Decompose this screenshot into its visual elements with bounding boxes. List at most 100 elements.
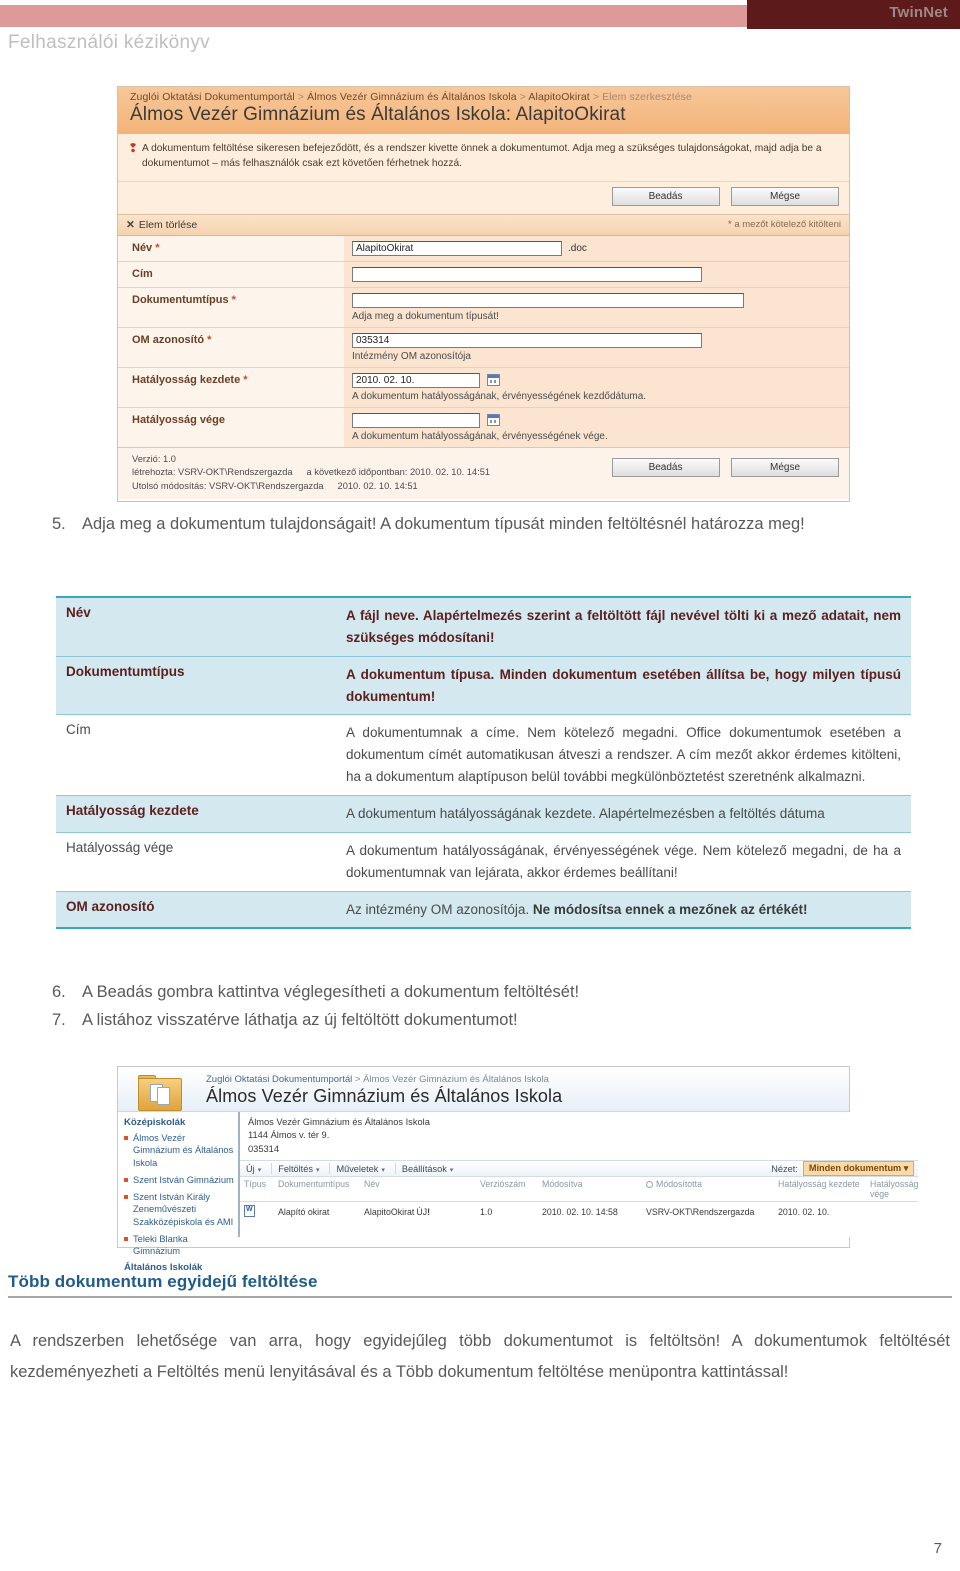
table-cell-key: Név [66, 605, 91, 620]
required-star: * [207, 333, 212, 346]
created-when-value: 2010. 02. 10. 14:51 [409, 467, 491, 478]
delete-item-button[interactable]: ✕ Elem törlése [126, 219, 197, 231]
table-row: Dokumentumtípus A dokumentum típusa. Min… [56, 655, 911, 715]
row-modified-by: VSRV-OKT\Rendszergazda [646, 1207, 755, 1218]
name-input[interactable]: AlapitoOkirat [352, 240, 562, 256]
address-om-id: 035314 [248, 1143, 280, 1154]
table-cell-value-plain: Az intézmény OM azonosítója. [346, 901, 533, 917]
required-star: * [155, 241, 160, 254]
notice-text: A dokumentum feltöltése sikeresen befeje… [142, 142, 822, 172]
created-when-label: a következő időpontban: [306, 467, 408, 478]
column-header-verziiszam[interactable]: Verziószám [480, 1179, 542, 1199]
new-badge: ÚJ [416, 1207, 428, 1218]
table-row: Hatályosság kezdete A dokumentum hatályo… [56, 795, 911, 832]
column-header-tipus[interactable]: Típus [244, 1179, 278, 1199]
step-5: 5. Adja meg a dokumentum tulajdonságait!… [52, 512, 952, 538]
calendar-icon[interactable] [487, 374, 500, 387]
sidebar-item-szent-istvan-gimnazium[interactable]: Szent István Gimnázium [124, 1174, 234, 1186]
modified-when-value: 2010. 02. 10. 14:51 [337, 480, 418, 491]
cancel-button-bottom[interactable]: Mégse [731, 457, 839, 477]
bottom-button-row: Beadás Mégse [605, 453, 839, 493]
close-icon: ✕ [126, 218, 135, 231]
om-id-input[interactable]: 035314 [352, 332, 702, 348]
toolbar-item-beallitasok[interactable]: Beállítások ▾ [402, 1164, 453, 1174]
view-selector[interactable]: Minden dokumentum ▾ [802, 1161, 915, 1177]
field-label-text: Hatályosság kezdete [132, 373, 241, 386]
valid-from-input[interactable]: 2010. 02. 10. [352, 372, 480, 388]
page-number: 7 [933, 1540, 942, 1557]
address-line-1: Álmos Vezér Gimnázium és Általános Iskol… [248, 1117, 430, 1127]
form-row-cim: Cím [118, 261, 849, 288]
created-by-label: létrehozta: VSRV-OKT\Rendszergazda [132, 467, 293, 478]
column-header-modositva[interactable]: Módosítva [542, 1179, 646, 1199]
field-label-text: OM azonosító [132, 333, 205, 346]
table-row: OM azonosító Az intézmény OM azonosítója… [56, 890, 911, 928]
submit-button-top[interactable]: Beadás [611, 186, 720, 206]
toolbar-item-feltoltes[interactable]: Feltöltés ▾ [278, 1164, 319, 1174]
field-value-hatalyossag-kezdete: 2010. 02. 10. A dokumentum hatályosságán… [344, 367, 849, 407]
valid-to-input[interactable] [352, 412, 480, 428]
library-breadcrumb: Zuglói Oktatási Dokumentumportál > Álmos… [206, 1074, 849, 1085]
calendar-icon[interactable] [487, 414, 500, 427]
form-action-bar: ✕ Elem törlése * a mezőt kötelező kitölte… [118, 213, 849, 236]
sidebar-item-teleki-blanka[interactable]: Teleki Blanka Gimnázium [124, 1233, 234, 1258]
page-header-band: TwinNet [0, 0, 960, 29]
chevron-down-icon: ▾ [381, 1166, 385, 1174]
breadcrumb-item-school: Álmos Vezér Gimnázium és Általános Iskol… [363, 1074, 549, 1085]
table-cell-value: A fájl neve. Alapértelmezés szerint a fe… [346, 608, 901, 645]
field-value-cim [344, 261, 849, 287]
cancel-button-top[interactable]: Mégse [731, 186, 839, 206]
form-header: Zuglói Oktatási Dokumentumportál > Álmos… [118, 87, 849, 134]
document-type-select[interactable] [352, 292, 744, 308]
version-label: Verzió: 1.0 [132, 453, 176, 464]
field-label-text: Hatályosság vége [132, 413, 225, 426]
column-header-modositotta[interactable]: Módosította [646, 1179, 778, 1199]
word-document-icon [244, 1205, 278, 1219]
chevron-down-icon: ▾ [449, 1166, 454, 1174]
column-header-hatalyossag-vege[interactable]: Hatályosság vége [870, 1179, 918, 1199]
folder-documents-icon [138, 1075, 182, 1111]
column-header-nev[interactable]: Név [364, 1179, 480, 1199]
column-header-hatalyossag-kezdete[interactable]: Hatályosság kezdete [778, 1179, 870, 1199]
field-label-nev: Név * [118, 235, 344, 261]
delete-item-label: Elem törlése [138, 218, 198, 231]
form-row-dokumentumtipus: Dokumentumtípus * Adja meg a dokumentum … [118, 287, 849, 328]
document-subtitle: Felhasználói kézikönyv [8, 32, 210, 53]
radio-icon [646, 1181, 653, 1189]
chevron-down-icon: ▾ [257, 1166, 262, 1174]
sidebar-item-almos-vezer[interactable]: Álmos Vezér Gimnázium és Általános Iskol… [124, 1132, 234, 1169]
notice-line-2: dokumentumot – más felhasználók csak ezt… [142, 157, 462, 169]
valid-from-hint: A dokumentum hatályosságának, érvényessé… [352, 390, 647, 402]
document-library-screenshot: Zuglói Oktatási Dokumentumportál > Álmos… [117, 1066, 919, 1273]
row-name[interactable]: AlapitoOkirat ÚJ! [364, 1207, 480, 1217]
field-label-text: Név [132, 241, 153, 254]
breadcrumb-item-school[interactable]: Álmos Vezér Gimnázium és Általános Iskol… [307, 91, 517, 103]
table-cell-value: A dokumentum hatályosságának, érvényessé… [346, 842, 901, 880]
table-row: Cím A dokumentumnak a címe. Nem kötelező… [56, 714, 911, 795]
list-column-headers: Típus Dokumentumtípus Név Verziószám Mód… [240, 1177, 919, 1203]
valid-to-hint: A dokumentum hatályosságának, érvényessé… [352, 430, 608, 442]
breadcrumb-item-portal[interactable]: Zuglói Oktatási Dokumentumportál [206, 1074, 352, 1085]
info-icon: ❢ [128, 141, 139, 155]
document-type-hint: Adja meg a dokumentum típusát! [352, 310, 499, 322]
breadcrumb-item-portal[interactable]: Zuglói Oktatási Dokumentumportál [130, 91, 295, 103]
toolbar-item-muveletek[interactable]: Műveletek ▾ [336, 1164, 384, 1174]
toolbar-item-uj[interactable]: Új ▾ [246, 1164, 261, 1174]
submit-button-bottom[interactable]: Beadás [611, 457, 720, 477]
table-cell-value: A dokumentumnak a címe. Nem kötelező meg… [346, 725, 901, 785]
title-input[interactable] [352, 266, 702, 282]
file-extension-label: .doc [568, 242, 587, 254]
view-label: Nézet: [771, 1163, 798, 1174]
table-row[interactable]: Alapító okirat AlapitoOkiratÚJ! 1.0 2010… [240, 1202, 918, 1222]
breadcrumb-item-document[interactable]: AlapitoOkirat [528, 91, 589, 103]
table-cell-value: A dokumentum típusa. Minden dokumentum e… [346, 666, 901, 704]
form-metadata: Verzió: 1.0 létrehozta: VSRV-OKT\Rendsze… [132, 453, 490, 493]
twinnet-logo: TwinNet [747, 0, 960, 29]
field-value-nev: AlapitoOkirat .doc [344, 235, 849, 261]
step-7-number: 7. [52, 1010, 66, 1029]
sidebar-item-szent-istvan-kiraly[interactable]: Szent István Király Zeneművészeti Szakkö… [124, 1191, 234, 1228]
library-main: Álmos Vezér Gimnázium és Általános Iskol… [240, 1112, 919, 1237]
step-7: 7. A listához visszatérve láthatja az új… [52, 1008, 952, 1034]
om-id-hint: Intézmény OM azonosítója [352, 350, 471, 362]
column-header-dokumentumtipus[interactable]: Dokumentumtípus [278, 1179, 364, 1199]
